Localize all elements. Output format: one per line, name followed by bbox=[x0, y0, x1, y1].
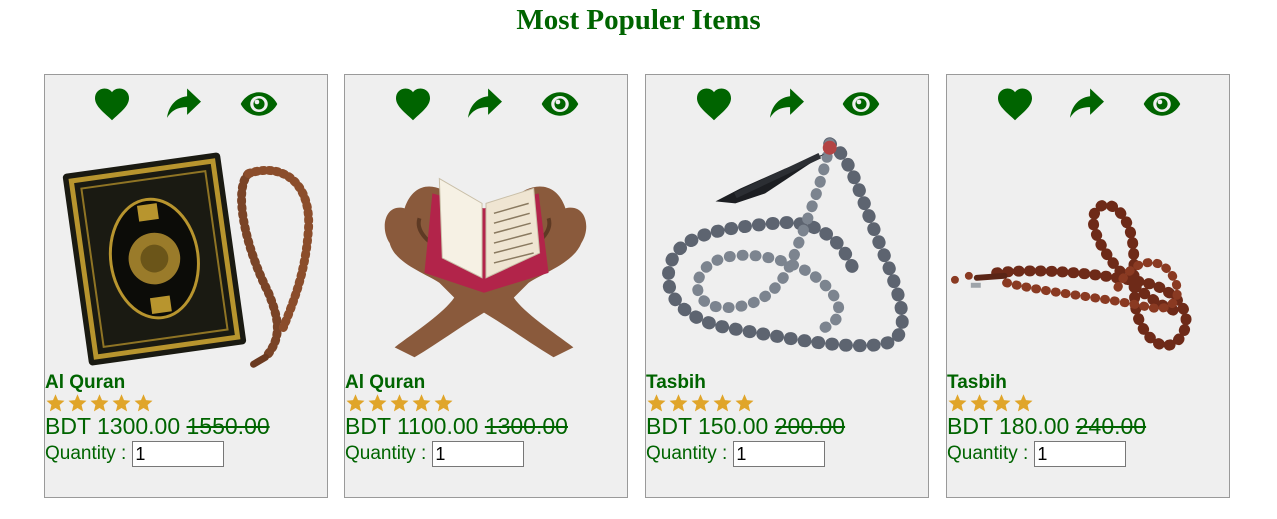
star-icon bbox=[67, 393, 88, 413]
quantity-input[interactable] bbox=[1034, 441, 1127, 467]
star-icon bbox=[133, 393, 154, 413]
star-icon bbox=[345, 393, 366, 413]
star-rating bbox=[646, 393, 755, 413]
current-price: 180.00 bbox=[998, 413, 1070, 439]
product-name[interactable]: Al Quran bbox=[345, 372, 425, 394]
product-card: Tasbih BDT 180.00 240.00 Quantity : bbox=[946, 74, 1230, 498]
quantity-input[interactable] bbox=[432, 441, 525, 467]
currency: BDT bbox=[947, 413, 993, 439]
star-rating bbox=[947, 393, 1034, 413]
old-price: 200.00 bbox=[774, 413, 846, 439]
product-name[interactable]: Al Quran bbox=[45, 372, 125, 394]
star-rating bbox=[345, 393, 454, 413]
currency: BDT bbox=[345, 413, 391, 439]
card-actions bbox=[345, 87, 627, 121]
star-icon bbox=[45, 393, 66, 413]
star-icon bbox=[389, 393, 410, 413]
quantity-label: Quantity : bbox=[45, 443, 127, 464]
quantity-row: Quantity : bbox=[947, 441, 1127, 467]
eye-icon[interactable] bbox=[541, 87, 579, 121]
share-icon[interactable] bbox=[768, 87, 806, 121]
product-price: BDT 1300.00 1550.00 bbox=[45, 413, 270, 440]
product-price: BDT 150.00 200.00 bbox=[646, 413, 845, 440]
quantity-row: Quantity : bbox=[646, 441, 826, 467]
heart-icon[interactable] bbox=[996, 87, 1034, 121]
star-rating bbox=[45, 393, 154, 413]
quantity-row: Quantity : bbox=[345, 441, 525, 467]
heart-icon[interactable] bbox=[93, 87, 131, 121]
product-image-quran-with-prayer-beads[interactable] bbox=[45, 133, 327, 373]
share-icon[interactable] bbox=[1068, 87, 1106, 121]
current-price: 1100.00 bbox=[396, 413, 479, 439]
star-icon bbox=[433, 393, 454, 413]
product-card: Al Quran BDT 1100.00 1300.00 Quantity : bbox=[344, 74, 628, 498]
share-icon[interactable] bbox=[165, 87, 203, 121]
product-price: BDT 1100.00 1300.00 bbox=[345, 413, 568, 440]
currency: BDT bbox=[646, 413, 692, 439]
product-name[interactable]: Tasbih bbox=[947, 372, 1007, 394]
star-icon bbox=[969, 393, 990, 413]
star-icon bbox=[111, 393, 132, 413]
heart-icon[interactable] bbox=[695, 87, 733, 121]
card-actions bbox=[45, 87, 327, 121]
product-name[interactable]: Tasbih bbox=[646, 372, 706, 394]
product-image-brown-wooden-tasbih[interactable] bbox=[947, 133, 1229, 373]
eye-icon[interactable] bbox=[240, 87, 278, 121]
star-icon bbox=[991, 393, 1012, 413]
old-price: 1550.00 bbox=[186, 413, 270, 439]
quantity-label: Quantity : bbox=[947, 443, 1029, 464]
star-icon bbox=[947, 393, 968, 413]
star-icon bbox=[734, 393, 755, 413]
star-icon bbox=[89, 393, 110, 413]
quantity-row: Quantity : bbox=[45, 441, 225, 467]
star-icon bbox=[367, 393, 388, 413]
product-image-quran-on-wooden-stand[interactable] bbox=[345, 133, 627, 373]
product-image-grey-hematite-tasbih[interactable] bbox=[646, 133, 928, 373]
old-price: 240.00 bbox=[1075, 413, 1147, 439]
star-icon bbox=[646, 393, 667, 413]
quantity-input[interactable] bbox=[733, 441, 826, 467]
share-icon[interactable] bbox=[466, 87, 504, 121]
product-card: Al Quran BDT 1300.00 1550.00 Quantity : bbox=[44, 74, 328, 498]
currency: BDT bbox=[45, 413, 91, 439]
card-actions bbox=[947, 87, 1229, 121]
star-icon bbox=[668, 393, 689, 413]
quantity-label: Quantity : bbox=[345, 443, 427, 464]
star-icon bbox=[1013, 393, 1034, 413]
star-icon bbox=[690, 393, 711, 413]
quantity-label: Quantity : bbox=[646, 443, 728, 464]
star-icon bbox=[411, 393, 432, 413]
page-title: Most Populer Items bbox=[516, 4, 761, 36]
heart-icon[interactable] bbox=[394, 87, 432, 121]
quantity-input[interactable] bbox=[132, 441, 225, 467]
old-price: 1300.00 bbox=[484, 413, 568, 439]
eye-icon[interactable] bbox=[842, 87, 880, 121]
product-card: Tasbih BDT 150.00 200.00 Quantity : bbox=[645, 74, 929, 498]
star-icon bbox=[712, 393, 733, 413]
current-price: 1300.00 bbox=[96, 413, 181, 439]
product-price: BDT 180.00 240.00 bbox=[947, 413, 1146, 440]
current-price: 150.00 bbox=[697, 413, 769, 439]
eye-icon[interactable] bbox=[1143, 87, 1181, 121]
card-actions bbox=[646, 87, 928, 121]
